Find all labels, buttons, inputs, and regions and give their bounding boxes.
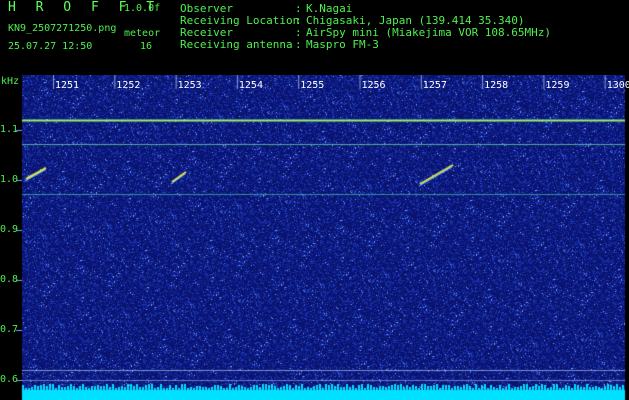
meteor-label: meteor — [124, 28, 161, 39]
x-tick-label: 1252 — [116, 80, 141, 91]
y-unit-label: kHz — [1, 76, 20, 87]
x-tick-label: 1256 — [361, 80, 386, 91]
x-tick-label: 1258 — [484, 80, 509, 91]
x-tick-label: 1300 — [606, 80, 629, 91]
x-tick-label: 1259 — [545, 80, 570, 91]
y-tick-label: 1.1 — [0, 124, 19, 135]
info-key-antenna: Receiving antenna — [180, 38, 293, 51]
y-tick-label: 0.9 — [0, 224, 19, 235]
version-label: 1.0.0f — [124, 3, 161, 14]
y-tick-label: 0.8 — [0, 274, 19, 285]
x-tick-label: 1251 — [55, 80, 80, 91]
meteor-count: 16 — [140, 41, 153, 52]
x-tick-label: 1255 — [300, 80, 325, 91]
timestamp-label: 25.07.27 12:50 — [8, 41, 93, 52]
y-tick-label: 0.6 — [0, 374, 19, 385]
x-tick-label: 1257 — [422, 80, 447, 91]
y-tick-label: 0.7 — [0, 324, 19, 335]
x-tick-label: 1254 — [238, 80, 263, 91]
y-tick-label: 1.0 — [0, 174, 19, 185]
filename-label: KN9_2507271250.png — [8, 23, 117, 34]
x-tick-label: 1253 — [177, 80, 202, 91]
info-value-antenna: Maspro FM-3 — [306, 38, 379, 51]
spectrogram-canvas — [0, 75, 629, 400]
info-separator: : — [295, 38, 302, 51]
